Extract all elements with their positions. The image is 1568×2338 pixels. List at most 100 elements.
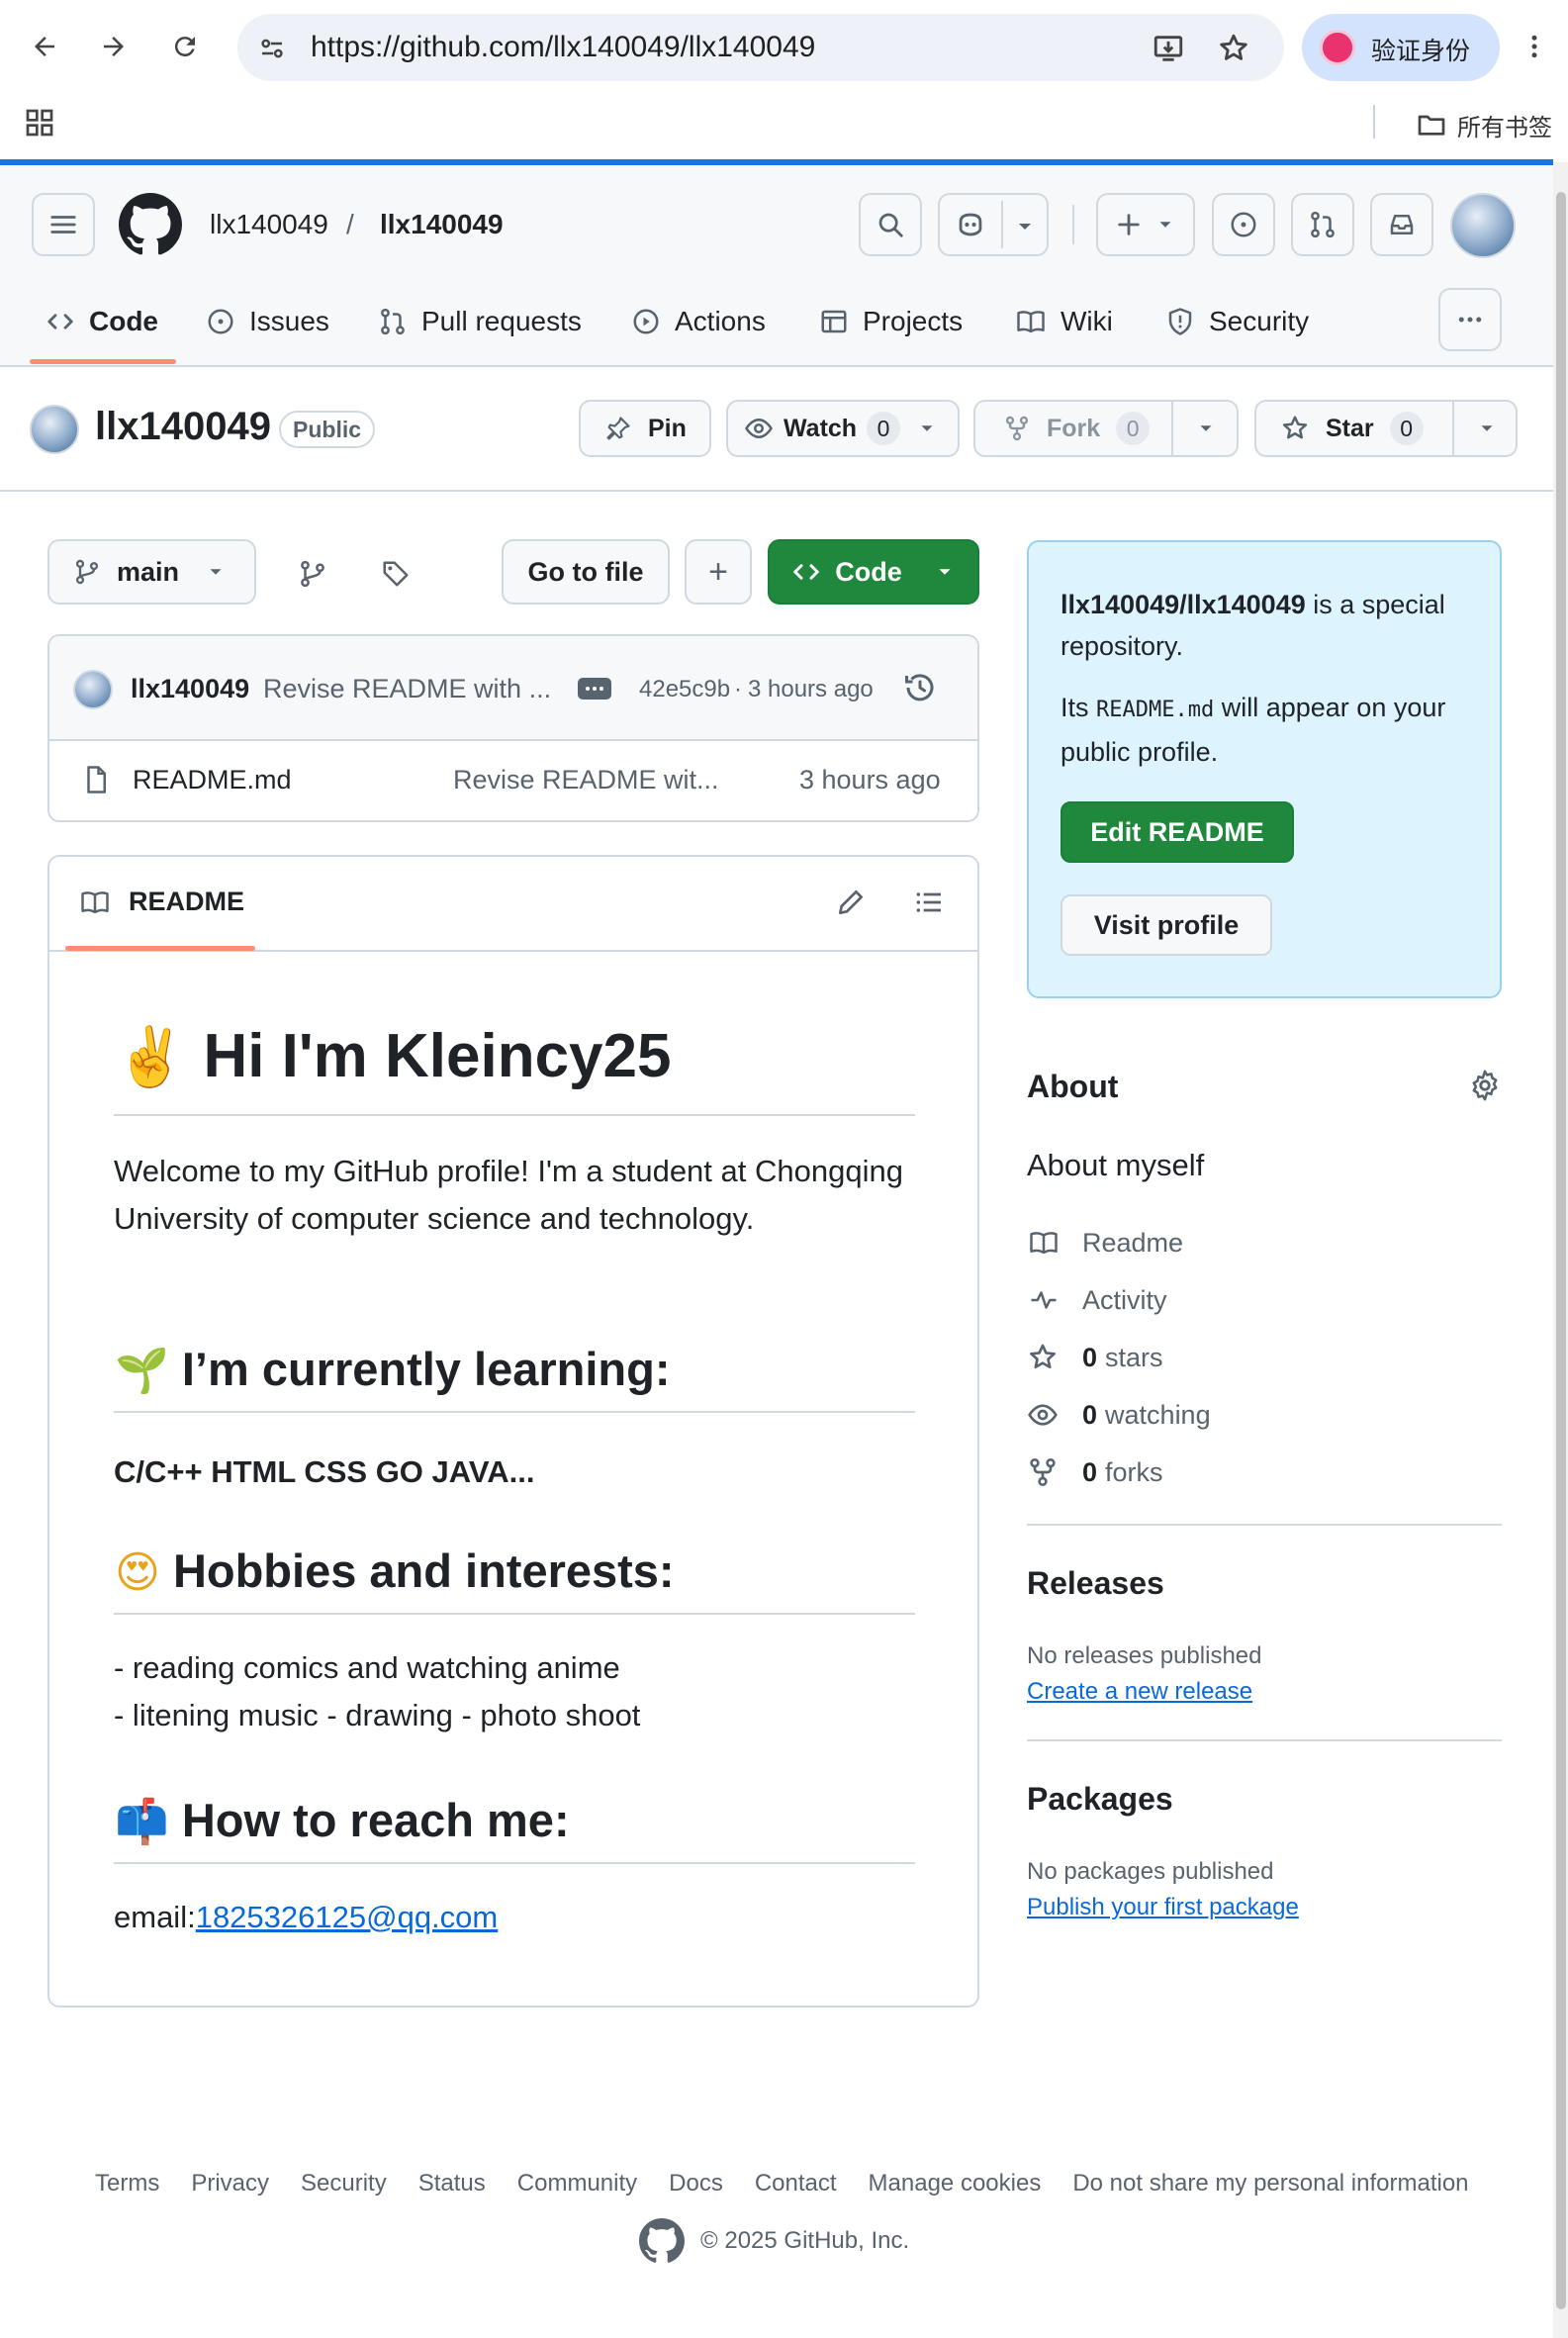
code-dropdown-button[interactable]: Code [768,539,979,605]
packages-title[interactable]: Packages [1027,1781,1173,1818]
tab-issues[interactable]: Issues [206,282,329,361]
table-row[interactable]: README.md Revise README wit... 3 hours a… [49,741,977,820]
chevron-down-icon [210,569,222,575]
github-logo-icon[interactable] [119,193,182,256]
breadcrumb-owner[interactable]: llx140049 [210,209,328,240]
gear-icon[interactable] [1468,1069,1502,1102]
tags-link[interactable] [374,552,417,596]
all-bookmarks-folder[interactable]: 所有书签 [1416,103,1552,146]
commit-sha[interactable]: 42e5c9b [639,676,730,703]
go-to-file-button[interactable]: Go to file [502,539,670,605]
readme-h2-reach: 📫 How to reach me: [115,1793,570,1847]
back-button[interactable] [20,22,69,71]
pencil-icon[interactable] [835,887,867,918]
chevron-down-icon[interactable] [1476,418,1498,439]
tab-wiki[interactable]: Wiki [1015,282,1113,361]
plus-icon [1118,214,1140,235]
commit-expand-icon[interactable] [578,678,611,700]
footer-link-security[interactable]: Security [301,2170,387,2198]
bookmark-star-icon[interactable] [1217,32,1250,65]
footer-links: Terms Privacy Security Status Community … [95,2170,1469,2198]
star-icon [1030,1344,1056,1369]
forks-link[interactable]: 0 forks [1027,1452,1163,1492]
chevron-down-icon[interactable] [1195,418,1217,439]
user-avatar[interactable] [1450,193,1516,258]
pin-button[interactable]: Pin [579,400,711,457]
footer-link-do-not-share[interactable]: Do not share my personal information [1072,2170,1468,2198]
pull-requests-shortcut-button[interactable] [1291,193,1354,256]
profile-chip[interactable]: 验证身份 [1302,14,1500,81]
footer-link-community[interactable]: Community [517,2170,637,2198]
edit-readme-label: Edit README [1090,816,1264,847]
global-nav-menu-button[interactable] [32,193,95,256]
file-commit-message[interactable]: Revise README wit... [453,765,719,795]
reload-icon [174,37,195,57]
star-button[interactable]: Star 0 [1254,400,1518,457]
create-release-link[interactable]: Create a new release [1027,1678,1252,1706]
pull-request-icon [381,308,405,335]
footer-link-contact[interactable]: Contact [755,2170,837,2198]
scrollbar-thumb[interactable] [1556,192,1566,2309]
browser-menu-button[interactable] [1510,22,1559,71]
copilot-button[interactable] [938,193,1049,256]
tab-projects[interactable]: Projects [819,282,963,361]
readme-tab[interactable]: README [79,887,244,917]
edit-readme-button[interactable]: Edit README [1061,801,1294,863]
readme-header: README [49,857,977,952]
visit-profile-button[interactable]: Visit profile [1061,894,1272,956]
address-bar[interactable]: https://github.com/llx140049/llx140049 [237,14,1284,81]
tab-code[interactable]: Code [46,282,158,361]
footer-link-privacy[interactable]: Privacy [191,2170,269,2198]
history-icon[interactable] [902,670,938,705]
site-settings-icon[interactable] [257,34,287,63]
inbox-button[interactable] [1370,193,1433,256]
list-outline-icon[interactable] [912,887,946,918]
readme-tab-label: README [129,887,245,916]
search-button[interactable] [859,193,922,256]
breadcrumb-separator: / [346,209,354,239]
commit-message[interactable]: Revise README with ... [263,674,551,704]
breadcrumb-repo[interactable]: llx140049 [380,209,504,240]
readme-link[interactable]: Readme [1027,1223,1183,1263]
watch-button[interactable]: Watch 0 [726,400,960,457]
footer-link-status[interactable]: Status [418,2170,486,2198]
tab-security[interactable]: Security [1165,282,1309,361]
file-name[interactable]: README.md [133,765,292,795]
copyright-text: © 2025 GitHub, Inc. [700,2227,910,2254]
create-new-button[interactable] [1096,193,1195,256]
watching-link[interactable]: 0 watching [1027,1395,1211,1435]
tab-pull-requests[interactable]: Pull requests [378,282,582,361]
commit-author[interactable]: llx140049 [131,674,249,704]
releases-title[interactable]: Releases [1027,1565,1164,1602]
more-tabs-button[interactable] [1438,288,1502,351]
commit-time: 3 hours ago [748,676,874,702]
star-divider [1452,402,1454,455]
repo-owner-avatar[interactable] [30,405,79,454]
activity-link[interactable]: Activity [1027,1280,1167,1320]
tab-actions[interactable]: Actions [631,282,766,361]
page-scrollbar[interactable] [1553,162,1568,2338]
chevron-down-icon [921,425,933,431]
commit-author-avatar[interactable] [73,670,113,709]
h1-rule [114,1114,915,1116]
github-logo-icon[interactable] [639,2218,685,2264]
repo-name[interactable]: llx140049 [95,405,271,449]
url-text[interactable]: https://github.com/llx140049/llx140049 [311,31,815,64]
add-file-button[interactable]: + [685,539,752,605]
fork-button[interactable]: Fork 0 [973,400,1239,457]
branches-link[interactable] [291,552,334,596]
stars-link[interactable]: 0 stars [1027,1338,1163,1377]
inbox-icon [1390,215,1414,234]
issues-shortcut-button[interactable] [1212,193,1275,256]
email-link[interactable]: 1825326125@qq.com [196,1900,499,1934]
branch-selector[interactable]: main [47,539,256,605]
footer-link-docs[interactable]: Docs [669,2170,723,2198]
forward-button[interactable] [89,22,138,71]
footer-link-manage-cookies[interactable]: Manage cookies [869,2170,1042,2198]
reload-button[interactable] [160,22,210,71]
chevron-down-icon[interactable] [1013,215,1037,238]
apps-grid-icon[interactable] [24,107,55,139]
publish-package-link[interactable]: Publish your first package [1027,1894,1299,1921]
footer-link-terms[interactable]: Terms [95,2170,159,2198]
install-app-icon[interactable] [1152,32,1185,65]
